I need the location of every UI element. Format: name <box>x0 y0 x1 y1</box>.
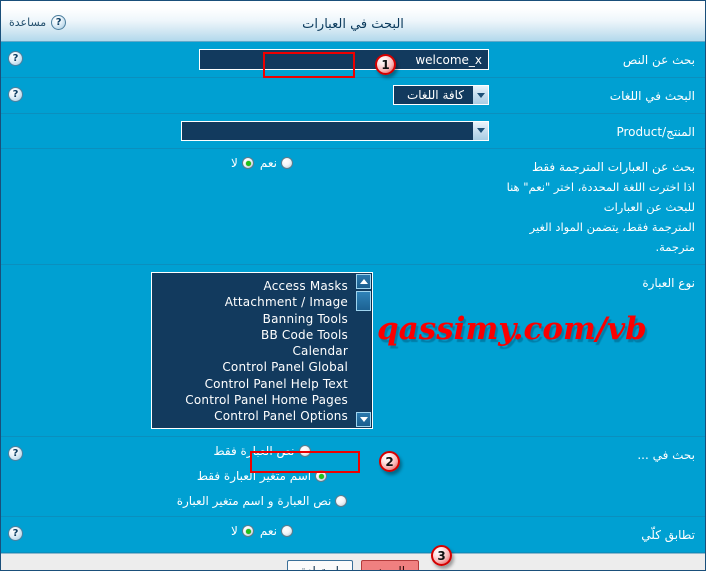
control-phrase-type: Access Masks Attachment / Image Banning … <box>29 265 495 436</box>
radio-phrase-text-only[interactable]: نص العبارة فقط <box>214 444 311 458</box>
row-search-in: بحث في ... نص العبارة فقط اسم متغير العب… <box>1 437 705 518</box>
question-mark-icon[interactable]: ? <box>8 87 23 102</box>
radio-text-and-varname[interactable]: نص العبارة و اسم متغير العبارة <box>177 494 348 508</box>
radio-dot[interactable] <box>280 157 293 170</box>
control-language: كافة اللغات <box>29 78 495 112</box>
help-cell-translated-only <box>1 149 29 158</box>
label-translated-only: بحث عن العبارات المترجمة فقط اذا اخترت ا… <box>495 149 705 264</box>
label-text-search: بحث عن النص <box>622 53 695 67</box>
chevron-down-icon[interactable] <box>472 86 488 104</box>
chevron-down-icon[interactable] <box>472 121 488 140</box>
radio-exact-no[interactable]: لا <box>231 524 254 538</box>
radio-dot[interactable] <box>280 525 293 538</box>
radio-dot[interactable] <box>298 445 311 458</box>
row-language: البحث في اللغات كافة اللغات ? <box>1 78 705 114</box>
control-search-in: نص العبارة فقط اسم متغير العبارة فقط نص … <box>29 437 495 515</box>
label-exact-match: تطابق كلّي <box>641 528 695 543</box>
product-select-value <box>182 122 472 140</box>
list-item[interactable]: Calendar <box>154 343 348 359</box>
annotation-marker-1: 1 <box>375 54 396 75</box>
radio-dot-selected[interactable] <box>241 525 254 538</box>
window-titlebar: ? مساعدة البحث في العبارات <box>1 8 705 42</box>
radio-varname-only[interactable]: اسم متغير العبارة فقط <box>196 469 328 484</box>
row-exact-match: تطابق كلّي نعم لا ? <box>1 517 705 553</box>
question-mark-icon[interactable]: ? <box>8 526 23 542</box>
radio-dot-selected[interactable] <box>241 157 254 170</box>
help-cell-exact-match[interactable]: ? <box>1 517 29 542</box>
radio-dot[interactable] <box>335 495 348 508</box>
control-translated-only: نعم لا <box>29 149 495 177</box>
control-text-search <box>29 42 495 77</box>
radio-label: لا <box>231 156 238 171</box>
control-exact-match: نعم لا <box>29 517 495 545</box>
label-search-in: بحث في ... <box>637 448 695 463</box>
listbox-scrollbar[interactable] <box>355 273 372 429</box>
search-in-radio-group: نص العبارة فقط اسم متغير العبارة فقط نص … <box>35 444 489 508</box>
question-mark-icon[interactable]: ? <box>8 51 23 66</box>
help-label: مساعدة <box>9 16 47 29</box>
phrase-search-window: ? مساعدة البحث في العبارات بحث عن النص ?… <box>0 0 706 571</box>
list-item[interactable]: Access Masks <box>154 278 348 294</box>
search-text-input[interactable] <box>199 49 489 70</box>
form-footer: البحث إستعادة <box>1 552 705 570</box>
question-mark-icon[interactable]: ? <box>8 446 23 462</box>
phrase-type-listbox[interactable]: Access Masks Attachment / Image Banning … <box>151 272 373 430</box>
exact-match-radio-group: نعم لا <box>35 524 489 538</box>
row-product: المنتج/Product <box>1 113 705 150</box>
label-translated-only-main: بحث عن العبارات المترجمة فقط <box>531 160 695 175</box>
label-product: المنتج/Product <box>616 124 695 139</box>
radio-label: نص العبارة و اسم متغير العبارة <box>176 494 332 509</box>
listbox-items: Access Masks Attachment / Image Banning … <box>152 273 355 428</box>
help-cell-product <box>1 114 29 123</box>
page-title: البحث في العبارات <box>302 16 404 32</box>
row-text-search: بحث عن النص ? <box>1 42 705 78</box>
radio-translated-yes[interactable]: نعم <box>260 156 293 170</box>
help-cell-search-in[interactable]: ? <box>1 437 29 462</box>
help-cell-language[interactable]: ? <box>1 78 29 102</box>
list-item[interactable]: Banning Tools <box>154 311 348 327</box>
radio-label: اسم متغير العبارة فقط <box>196 469 312 484</box>
annotation-marker-3: 3 <box>431 545 452 566</box>
search-button[interactable]: البحث <box>360 559 420 570</box>
scroll-down-arrow-icon[interactable] <box>356 412 371 428</box>
language-select[interactable]: كافة اللغات <box>393 85 489 105</box>
control-product <box>29 114 495 148</box>
scrollbar-thumb[interactable] <box>356 291 371 312</box>
label-phrase-type: نوع العبارة <box>642 276 695 291</box>
list-item[interactable]: Control Panel Help Text <box>154 376 348 392</box>
row-translated-only: بحث عن العبارات المترجمة فقط اذا اخترت ا… <box>1 149 705 266</box>
radio-label: نعم <box>259 156 277 171</box>
language-select-value: كافة اللغات <box>406 88 464 102</box>
list-item[interactable]: BB Code Tools <box>154 327 348 343</box>
radio-translated-no[interactable]: لا <box>231 156 254 170</box>
help-cell-text-search[interactable]: ? <box>1 42 29 66</box>
radio-label: لا <box>231 524 238 539</box>
note-line-2: المترجمة فقط، يتضمن المواد الغير مترجمة. <box>529 220 695 255</box>
label-language: البحث في اللغات <box>609 89 695 103</box>
note-line-1: اذا اخترت اللغة المحددة، اختر "نعم" هنا … <box>506 179 695 214</box>
help-cell-phrase-type <box>1 265 29 274</box>
radio-label: نعم <box>259 524 277 539</box>
annotation-marker-2: 2 <box>379 451 400 472</box>
search-form: بحث عن النص ? البحث في اللغات كافة اللغا… <box>1 42 705 553</box>
question-mark-icon: ? <box>51 15 67 30</box>
product-select[interactable] <box>181 120 489 141</box>
scroll-up-arrow-icon[interactable] <box>356 274 371 290</box>
help-link[interactable]: ? مساعدة <box>9 15 67 30</box>
reset-button[interactable]: إستعادة <box>286 559 353 570</box>
list-item[interactable]: Control Panel Global <box>154 359 348 375</box>
radio-dot-selected[interactable] <box>315 470 328 483</box>
list-item[interactable]: Control Panel Options <box>154 408 348 424</box>
row-phrase-type: نوع العبارة Access Masks Attachment / Im… <box>1 265 705 438</box>
list-item[interactable]: Control Panel Home Pages <box>154 392 348 408</box>
translated-only-radio-group: نعم لا <box>35 156 489 170</box>
radio-label: نص العبارة فقط <box>213 444 295 459</box>
list-item[interactable]: Attachment / Image <box>154 294 348 310</box>
radio-exact-yes[interactable]: نعم <box>260 524 293 538</box>
